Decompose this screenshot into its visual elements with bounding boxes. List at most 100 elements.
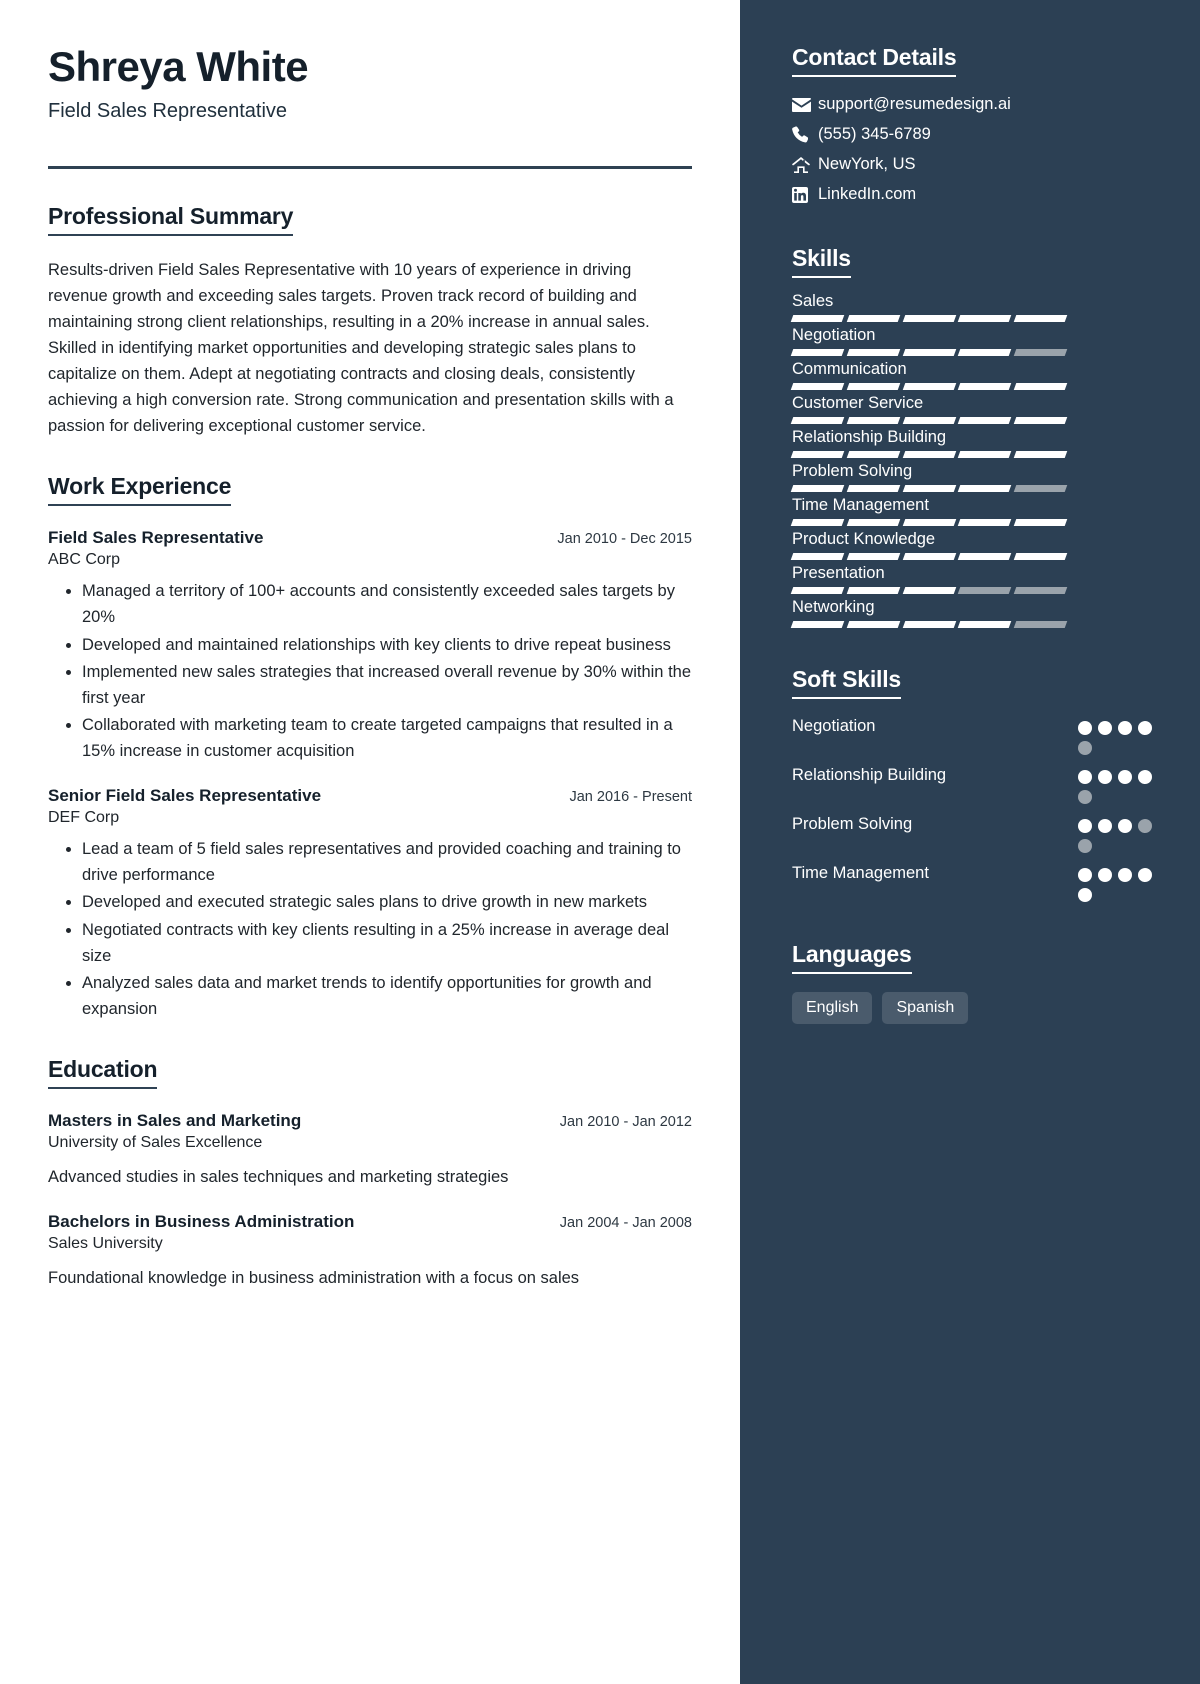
soft-skill-row: Relationship Building (792, 764, 1164, 804)
skill-segment (1013, 587, 1068, 594)
skill-item: Relationship Building (790, 428, 1164, 458)
skill-segment (902, 587, 956, 594)
work-bullet: Developed and executed strategic sales p… (82, 890, 692, 916)
work-entry: Senior Field Sales Representative Jan 201… (48, 786, 692, 1022)
skill-segment (958, 485, 1012, 492)
summary-heading: Professional Summary (48, 203, 293, 237)
section-soft-skills: Soft Skills Negotiation Relationship Buil… (792, 666, 1164, 902)
soft-skill-rating (1078, 764, 1164, 804)
skill-level-bar (790, 587, 1068, 594)
skill-segment (1013, 383, 1068, 390)
education-entry: Masters in Sales and Marketing Jan 2010 -… (48, 1111, 692, 1190)
skill-segment (1013, 553, 1068, 560)
skill-label: Negotiation (792, 326, 876, 344)
contact-row[interactable]: support@resumedesign.ai (792, 95, 1164, 114)
soft-skill-row: Problem Solving (792, 813, 1164, 853)
section-work-experience: Work Experience Field Sales Representati… (48, 473, 692, 1022)
work-bullet: Managed a territory of 100+ accounts and… (82, 579, 692, 630)
skill-segment (958, 553, 1012, 560)
skill-segment (846, 485, 900, 492)
skill-label: Product Knowledge (792, 530, 936, 548)
soft-skills-list: Negotiation Relationship Building Problem … (792, 715, 1164, 902)
languages-list: English Spanish (792, 992, 1164, 1024)
soft-skill-dot (1098, 819, 1112, 833)
soft-skill-label: Negotiation (792, 717, 876, 735)
skill-item: Presentation (790, 564, 1164, 594)
skill-segment (902, 621, 956, 628)
skill-segment (902, 417, 956, 424)
skill-level-bar (790, 315, 1068, 322)
languages-heading: Languages (792, 941, 912, 974)
contact-value: support@resumedesign.ai (818, 95, 1011, 113)
language-chip: Spanish (882, 992, 969, 1024)
skill-label: Customer Service (792, 394, 924, 412)
skills-heading: Skills (792, 245, 851, 278)
education-description: Foundational knowledge in business admin… (48, 1269, 580, 1288)
skill-segment (958, 451, 1012, 458)
work-entry-header: Field Sales Representative Jan 2010 - Dec… (48, 528, 692, 548)
work-role: Senior Field Sales Representative (48, 786, 322, 806)
work-entry-list: Field Sales Representative Jan 2010 - Dec… (48, 528, 692, 1022)
work-bullet: Collaborated with marketing team to crea… (82, 713, 692, 764)
contact-row[interactable]: NewYork, US (792, 155, 1164, 174)
section-professional-summary: Professional Summary Results-driven Fiel… (48, 203, 692, 439)
skill-segment (790, 587, 845, 594)
skill-segment (1013, 417, 1068, 424)
education-school: Sales University (48, 1235, 163, 1253)
skill-segment (1013, 349, 1068, 356)
skill-level-bar (790, 519, 1068, 526)
soft-skill-dot (1098, 868, 1112, 882)
education-entry-header: Masters in Sales and Marketing Jan 2010 -… (48, 1111, 692, 1131)
skill-label: Problem Solving (792, 462, 913, 480)
skill-item: Networking (790, 598, 1164, 628)
skill-segment (902, 451, 956, 458)
skill-segment (958, 315, 1012, 322)
work-date: Jan 2016 - Present (569, 789, 692, 806)
soft-skill-dot (1118, 770, 1132, 784)
sidebar: Contact Details support@resumedesign.ai (… (740, 0, 1200, 1684)
education-entry-header: Bachelors in Business Administration Jan … (48, 1212, 692, 1232)
soft-skill-dot (1118, 721, 1132, 735)
education-degree: Masters in Sales and Marketing (48, 1111, 302, 1131)
skill-segment (958, 349, 1012, 356)
skill-item: Problem Solving (790, 462, 1164, 492)
skill-item: Product Knowledge (790, 530, 1164, 560)
contact-row[interactable]: LinkedIn.com (792, 185, 1164, 204)
candidate-job-title: Field Sales Representative (48, 100, 288, 123)
soft-skill-label: Relationship Building (792, 766, 947, 784)
work-entry: Field Sales Representative Jan 2010 - Dec… (48, 528, 692, 764)
soft-skill-dot (1078, 888, 1092, 902)
work-date: Jan 2010 - Dec 2015 (557, 531, 692, 548)
soft-skill-dot (1078, 839, 1092, 853)
skill-item: Time Management (790, 496, 1164, 526)
skill-segment (846, 519, 900, 526)
section-education: Education Masters in Sales and Marketing… (48, 1056, 692, 1291)
skill-segment (958, 587, 1012, 594)
skill-segment (790, 553, 845, 560)
skill-label: Networking (792, 598, 875, 616)
soft-skills-heading: Soft Skills (792, 666, 901, 699)
skill-segment (846, 417, 900, 424)
skill-item: Communication (790, 360, 1164, 390)
contact-row[interactable]: (555) 345-6789 (792, 125, 1164, 144)
skill-item: Negotiation (790, 326, 1164, 356)
work-bullet-list: Lead a team of 5 field sales representat… (48, 837, 692, 1022)
education-degree: Bachelors in Business Administration (48, 1212, 355, 1232)
education-school: University of Sales Excellence (48, 1134, 263, 1152)
skill-level-bar (790, 383, 1068, 390)
soft-skill-dot (1078, 790, 1092, 804)
skill-segment (790, 519, 845, 526)
education-heading: Education (48, 1056, 158, 1090)
section-skills: Skills Sales Negotiation Communication Cust… (790, 245, 1164, 628)
work-company: ABC Corp (48, 551, 121, 569)
skill-segment (902, 383, 956, 390)
skill-segment (902, 553, 956, 560)
skill-level-bar (790, 349, 1068, 356)
education-entry-list: Masters in Sales and Marketing Jan 2010 -… (48, 1111, 692, 1291)
skill-segment (790, 315, 845, 322)
contact-value: (555) 345-6789 (818, 125, 931, 143)
skill-segment (790, 383, 845, 390)
soft-skill-label: Problem Solving (792, 815, 913, 833)
skill-segment (846, 587, 900, 594)
soft-skill-dot (1098, 770, 1112, 784)
